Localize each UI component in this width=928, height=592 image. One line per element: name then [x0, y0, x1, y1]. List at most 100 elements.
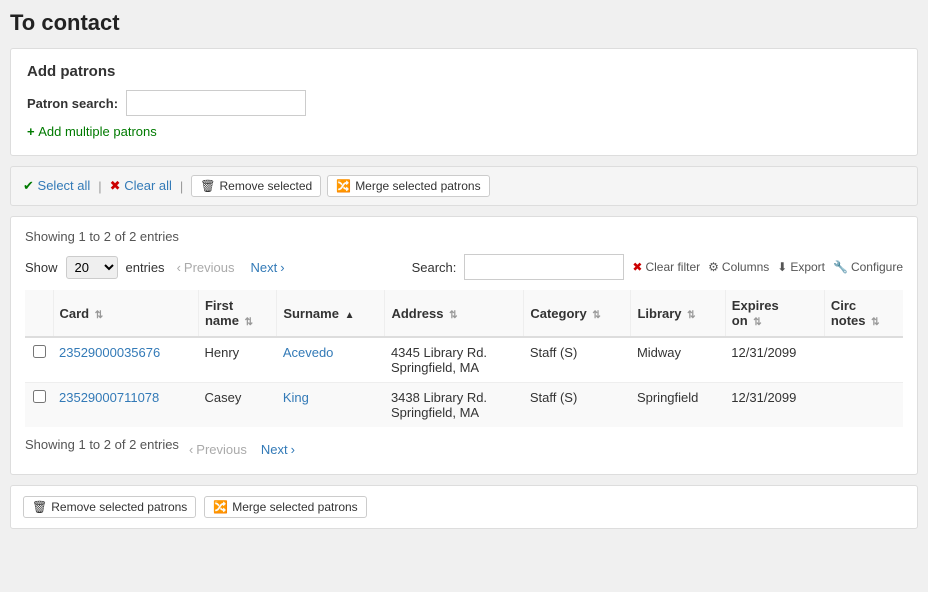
remove-selected-button[interactable]: 🗑 Remove selected [191, 175, 321, 197]
main-table-card: Showing 1 to 2 of 2 entries Show 20 50 1… [10, 216, 918, 475]
sort-firstname-icon: ⇅ [245, 317, 253, 328]
col-library: Library ⇅ [631, 290, 725, 337]
next-label-bottom: Next [261, 442, 288, 457]
sort-address-icon: ⇅ [449, 310, 457, 321]
merge-selected-patrons-label: Merge selected patrons [232, 500, 357, 514]
chevron-right-icon: › [280, 260, 284, 275]
show-label: Show [25, 260, 58, 275]
wrench-icon: 🔧 [833, 260, 848, 274]
next-label-top: Next [250, 260, 277, 275]
toolbar-separator-2: | [180, 179, 183, 194]
row-library: Springfield [631, 383, 725, 428]
row-first-name: Henry [198, 337, 276, 383]
row-category: Staff (S) [524, 337, 631, 383]
gear-icon: ⚙ [708, 260, 719, 274]
bottom-action-toolbar: 🗑 Remove selected patrons 🔀 Merge select… [10, 485, 918, 529]
col-expires-on: Expireson ⇅ [725, 290, 824, 337]
table-row: 23529000035676 Henry Acevedo 4345 Librar… [25, 337, 903, 383]
clear-filter-button[interactable]: ✖ Clear filter [632, 260, 700, 274]
columns-button[interactable]: ⚙ Columns [708, 260, 769, 274]
datatable-controls: Show 20 50 100 entries ‹ Previous Next ›… [25, 254, 903, 280]
surname-link[interactable]: Acevedo [283, 345, 334, 360]
merge-bottom-icon: 🔀 [213, 500, 228, 514]
showing-text-bottom: Showing 1 to 2 of 2 entries [25, 437, 179, 452]
col-circ-notes: Circnotes ⇅ [824, 290, 903, 337]
row-expires-on: 12/31/2099 [725, 337, 824, 383]
merge-selected-label: Merge selected patrons [355, 179, 480, 193]
col-first-name: Firstname ⇅ [198, 290, 276, 337]
export-button[interactable]: ⬇ Export [777, 260, 825, 274]
row-first-name: Casey [198, 383, 276, 428]
card-number-link[interactable]: 23529000711078 [59, 390, 159, 405]
row-expires-on: 12/31/2099 [725, 383, 824, 428]
remove-selected-patrons-label: Remove selected patrons [51, 500, 187, 514]
patron-search-label: Patron search: [27, 96, 118, 111]
clear-filter-label: Clear filter [645, 260, 700, 274]
add-multiple-patrons-link[interactable]: Add multiple patrons [27, 124, 157, 139]
checkmark-icon: ✔ [23, 178, 34, 193]
sort-category-icon: ⇅ [592, 310, 600, 321]
col-card: Card ⇅ [53, 290, 198, 337]
previous-button-bottom[interactable]: ‹ Previous [185, 440, 251, 459]
row-category: Staff (S) [524, 383, 631, 428]
download-icon: ⬇ [777, 260, 787, 274]
next-button-top[interactable]: Next › [246, 258, 288, 277]
row-circ-notes [824, 337, 903, 383]
row-circ-notes [824, 383, 903, 428]
export-label: Export [790, 260, 825, 274]
show-entries-select[interactable]: 20 50 100 [66, 256, 118, 279]
patron-search-input[interactable] [126, 90, 306, 116]
x-filter-icon: ✖ [632, 260, 642, 274]
patrons-toolbar: ✔ Select all | ✖ Clear all | 🗑 Remove se… [10, 166, 918, 206]
table-row: 23529000711078 Casey King 3438 Library R… [25, 383, 903, 428]
chevron-left-bottom-icon: ‹ [189, 442, 193, 457]
chevron-right-bottom-icon: › [291, 442, 295, 457]
add-patrons-card: Add patrons Patron search: Add multiple … [10, 48, 918, 156]
merge-selected-patrons-button[interactable]: 🔀 Merge selected patrons [204, 496, 366, 518]
page-title: To contact [10, 10, 918, 36]
previous-label-top: Previous [184, 260, 235, 275]
table-search-input[interactable] [464, 254, 624, 280]
row-surname: King [277, 383, 385, 428]
configure-label: Configure [851, 260, 903, 274]
row-address: 3438 Library Rd.Springfield, MA [385, 383, 524, 428]
sort-card-icon: ⇅ [95, 310, 103, 321]
card-number-link[interactable]: 23529000035676 [59, 345, 160, 360]
chevron-left-icon: ‹ [177, 260, 181, 275]
select-all-label: Select all [38, 178, 91, 193]
row-checkbox[interactable] [33, 390, 46, 403]
trash-bottom-icon: 🗑 [32, 500, 47, 514]
patrons-table: Card ⇅ Firstname ⇅ Surname ▲ Address ⇅ C… [25, 290, 903, 427]
col-category: Category ⇅ [524, 290, 631, 337]
configure-button[interactable]: 🔧 Configure [833, 260, 903, 274]
remove-selected-label: Remove selected [220, 179, 313, 193]
add-patrons-title: Add patrons [27, 63, 901, 80]
bottom-pagination: Showing 1 to 2 of 2 entries ‹ Previous N… [25, 437, 903, 462]
previous-button-top[interactable]: ‹ Previous [173, 258, 239, 277]
sort-surname-icon: ▲ [345, 310, 355, 321]
previous-label-bottom: Previous [196, 442, 247, 457]
col-address: Address ⇅ [385, 290, 524, 337]
sort-expires-icon: ⇅ [753, 317, 761, 328]
merge-icon: 🔀 [336, 179, 351, 193]
row-checkbox-cell [25, 383, 53, 428]
merge-selected-button[interactable]: 🔀 Merge selected patrons [327, 175, 489, 197]
sort-library-icon: ⇅ [687, 310, 695, 321]
row-card: 23529000035676 [53, 337, 198, 383]
row-address: 4345 Library Rd.Springfield, MA [385, 337, 524, 383]
col-checkbox [25, 290, 53, 337]
next-button-bottom[interactable]: Next › [257, 440, 299, 459]
entries-label: entries [126, 260, 165, 275]
remove-selected-patrons-button[interactable]: 🗑 Remove selected patrons [23, 496, 196, 518]
clear-all-label: Clear all [124, 178, 172, 193]
row-checkbox-cell [25, 337, 53, 383]
select-all-link[interactable]: ✔ Select all [23, 178, 90, 194]
col-surname: Surname ▲ [277, 290, 385, 337]
clear-all-link[interactable]: ✖ Clear all [110, 178, 172, 194]
row-card: 23529000711078 [53, 383, 198, 428]
columns-label: Columns [722, 260, 769, 274]
sort-circ-icon: ⇅ [871, 317, 879, 328]
row-checkbox[interactable] [33, 345, 46, 358]
surname-link[interactable]: King [283, 390, 309, 405]
toolbar-separator-1: | [98, 179, 101, 194]
